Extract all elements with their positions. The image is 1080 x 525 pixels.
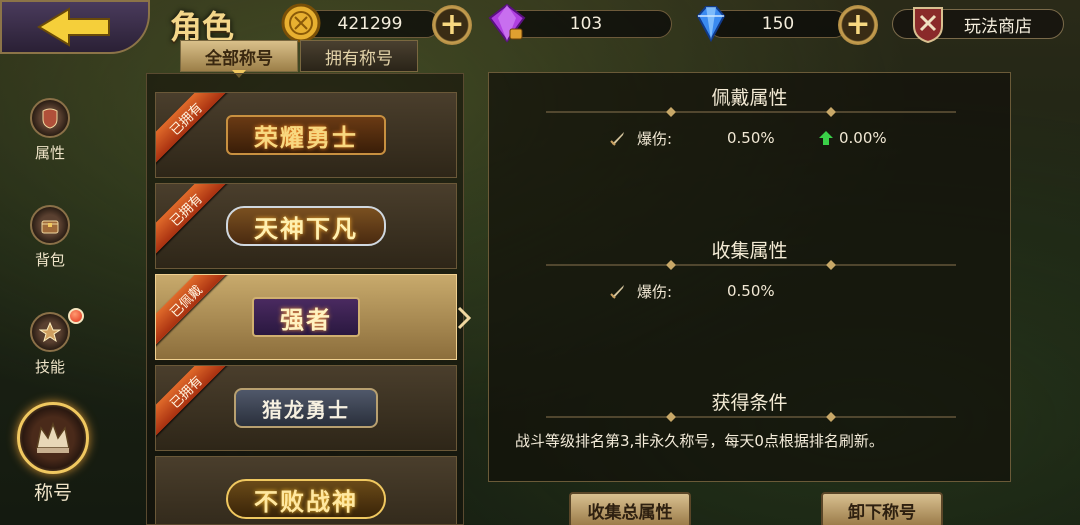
title-card-2[interactable]: 已拥有 天神下凡 bbox=[155, 183, 457, 269]
sidebar-item-skills[interactable]: 技能 bbox=[20, 308, 84, 377]
section-divider bbox=[546, 107, 956, 117]
title-card-5[interactable]: 不败战神 bbox=[155, 456, 457, 524]
title-detail-panel: 佩戴属性 爆伤: 0.50% 0.00% 收集属性 爆伤: 0.50% 获得条件 bbox=[488, 72, 1011, 482]
sword-icon bbox=[610, 285, 624, 299]
chevron-right-icon bbox=[457, 306, 472, 330]
crown-icon bbox=[36, 421, 70, 453]
owned-ribbon: 已拥有 bbox=[156, 93, 232, 165]
title-list[interactable]: 已拥有 荣耀勇士 已拥有 天神下凡 已佩戴 强者 已拥有 猎龙勇士 不败战神 bbox=[146, 73, 464, 525]
diamond-icon bbox=[696, 6, 726, 43]
title-card-3[interactable]: 已佩戴 强者 bbox=[155, 274, 457, 360]
add-gold-button[interactable]: + bbox=[432, 5, 472, 45]
equip-stat-row: 爆伤: 0.50% 0.00% bbox=[609, 127, 887, 149]
collect-stat-row: 爆伤: 0.50% bbox=[609, 280, 819, 302]
sidebar-item-titles[interactable]: 称号 bbox=[16, 402, 90, 505]
collect-attr-title: 收集属性 bbox=[711, 240, 788, 262]
armor-icon bbox=[42, 108, 58, 129]
sidebar-item-label: 属性 bbox=[34, 144, 65, 162]
unequip-title-button[interactable]: 卸下称号 bbox=[821, 492, 943, 525]
section-divider bbox=[546, 260, 956, 270]
equipped-ribbon: 已佩戴 bbox=[156, 275, 232, 347]
title-card-4[interactable]: 已拥有 猎龙勇士 bbox=[155, 365, 457, 451]
shop-label: 玩法商店 bbox=[964, 16, 1032, 37]
sword-icon bbox=[610, 132, 624, 146]
stat-value: 0.50% bbox=[727, 282, 775, 300]
sidebar-item-attributes[interactable]: 属性 bbox=[20, 98, 80, 163]
stat-name: 爆伤: bbox=[637, 282, 673, 301]
stat-value: 0.50% bbox=[727, 129, 775, 147]
section-divider bbox=[546, 412, 956, 422]
sidebar-item-label: 技能 bbox=[34, 358, 65, 376]
title-card-1[interactable]: 已拥有 荣耀勇士 bbox=[155, 92, 457, 178]
owned-ribbon: 已拥有 bbox=[156, 184, 232, 256]
gold-amount: 421299 bbox=[337, 14, 403, 34]
sidebar-item-label: 称号 bbox=[33, 482, 72, 504]
add-diamond-button[interactable]: + bbox=[838, 5, 878, 45]
gem-amount: 103 bbox=[569, 14, 603, 34]
sidebar-item-label: 背包 bbox=[34, 251, 65, 269]
chest-icon bbox=[41, 220, 59, 234]
back-arrow-icon bbox=[37, 7, 110, 47]
obtain-cond-title: 获得条件 bbox=[711, 392, 788, 414]
equip-attr-title: 佩戴属性 bbox=[711, 87, 788, 109]
stat-delta: 0.00% bbox=[839, 129, 887, 147]
title-badge: 强者 bbox=[252, 297, 360, 337]
gold-coin-icon bbox=[281, 3, 321, 43]
skill-icon bbox=[39, 321, 61, 343]
stat-name: 爆伤: bbox=[637, 129, 673, 148]
obtain-cond-text: 战斗等级排名第3,非永久称号，每天0点根据排名刷新。 bbox=[515, 432, 884, 450]
sidebar-item-bag[interactable]: 背包 bbox=[20, 205, 80, 270]
title-badge: 不败战神 bbox=[226, 479, 386, 519]
owned-ribbon: 已拥有 bbox=[156, 366, 232, 438]
shop-shield-icon bbox=[913, 7, 943, 44]
notification-badge bbox=[68, 308, 84, 324]
tab-all-titles[interactable]: 全部称号 bbox=[180, 40, 298, 72]
title-badge: 天神下凡 bbox=[226, 206, 386, 246]
title-badge: 荣耀勇士 bbox=[226, 115, 386, 155]
collect-total-attr-button[interactable]: 收集总属性 bbox=[569, 492, 691, 525]
title-badge: 猎龙勇士 bbox=[234, 388, 378, 428]
tab-owned-titles[interactable]: 拥有称号 bbox=[300, 40, 418, 72]
purple-gem-icon bbox=[488, 3, 526, 43]
back-button[interactable] bbox=[0, 0, 150, 54]
up-arrow-icon bbox=[819, 131, 833, 145]
diamond-amount: 150 bbox=[761, 14, 795, 34]
